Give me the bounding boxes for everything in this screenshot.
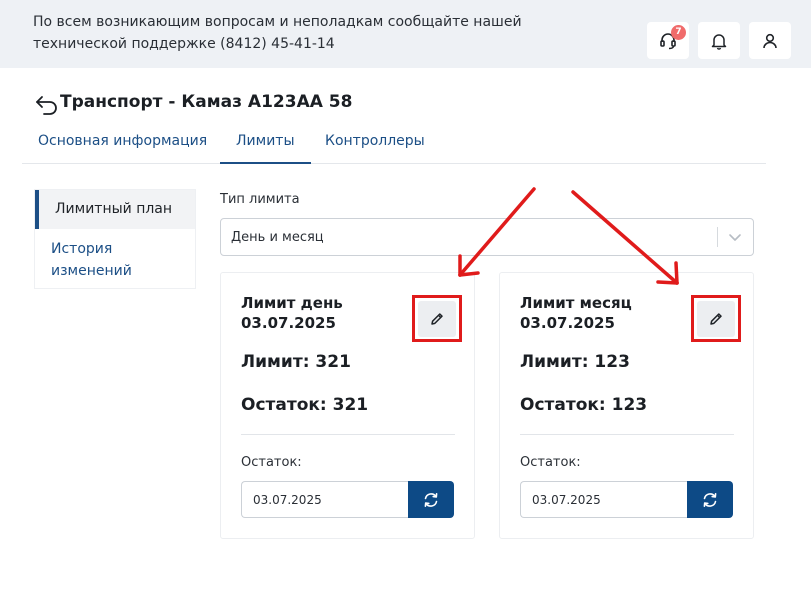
top-bar: По всем возникающим вопросам и неполадка… <box>0 0 811 68</box>
refresh-button[interactable] <box>408 481 454 518</box>
rest-value: Остаток: 123 <box>520 395 648 415</box>
limit-type-select[interactable]: День и месяц <box>220 218 754 256</box>
tab-controllers[interactable]: Контроллеры <box>309 124 441 164</box>
refresh-icon <box>424 492 438 507</box>
rest-date-label: Остаток: <box>241 455 302 470</box>
chevron-down-icon[interactable] <box>727 230 743 244</box>
user-icon <box>763 33 777 48</box>
limit-value: Лимит: 321 <box>241 352 351 372</box>
pencil-icon <box>431 312 443 325</box>
side-item-label: Лимитный план <box>55 201 173 217</box>
side-item-limit-plan[interactable]: Лимитный план <box>35 190 195 229</box>
edit-highlight-box <box>691 295 741 342</box>
rest-value: Остаток: 321 <box>241 395 369 415</box>
support-badge: 7 <box>671 25 686 40</box>
rest-date-label: Остаток: <box>520 455 581 470</box>
edit-highlight-box <box>412 295 462 342</box>
limit-card-month: Лимит месяц 03.07.2025 Лимит: 123 Остато… <box>499 272 754 539</box>
back-arrow-icon[interactable] <box>35 93 59 115</box>
notifications-button[interactable] <box>698 22 740 59</box>
select-separator <box>717 227 718 247</box>
divider <box>520 434 734 435</box>
limit-type-value: День и месяц <box>231 230 324 245</box>
edit-button[interactable] <box>697 300 735 337</box>
pencil-icon <box>710 312 722 325</box>
side-item-history[interactable]: История изменений <box>51 238 171 282</box>
date-input[interactable] <box>241 481 409 518</box>
support-message: По всем возникающим вопросам и неполадка… <box>33 14 522 52</box>
limit-value: Лимит: 123 <box>520 352 630 372</box>
bell-icon <box>711 33 727 50</box>
tab-bar: Основная информация Лимиты Контроллеры <box>22 124 766 164</box>
support-button[interactable]: 7 <box>647 22 689 59</box>
edit-button[interactable] <box>418 300 456 337</box>
card-title: Лимит день 03.07.2025 <box>241 294 343 332</box>
card-title: Лимит месяц 03.07.2025 <box>520 294 632 332</box>
refresh-button[interactable] <box>687 481 733 518</box>
tab-main-info[interactable]: Основная информация <box>22 124 223 164</box>
date-input[interactable] <box>520 481 688 518</box>
profile-button[interactable] <box>749 22 791 59</box>
refresh-icon <box>703 492 717 507</box>
side-menu: Лимитный план История изменений <box>34 189 196 289</box>
page-title: Транспорт - Камаз А123АА 58 <box>60 92 353 112</box>
limit-type-label: Тип лимита <box>220 192 300 207</box>
limit-card-day: Лимит день 03.07.2025 Лимит: 321 Остаток… <box>220 272 475 539</box>
tab-limits[interactable]: Лимиты <box>220 124 311 164</box>
divider <box>241 434 455 435</box>
